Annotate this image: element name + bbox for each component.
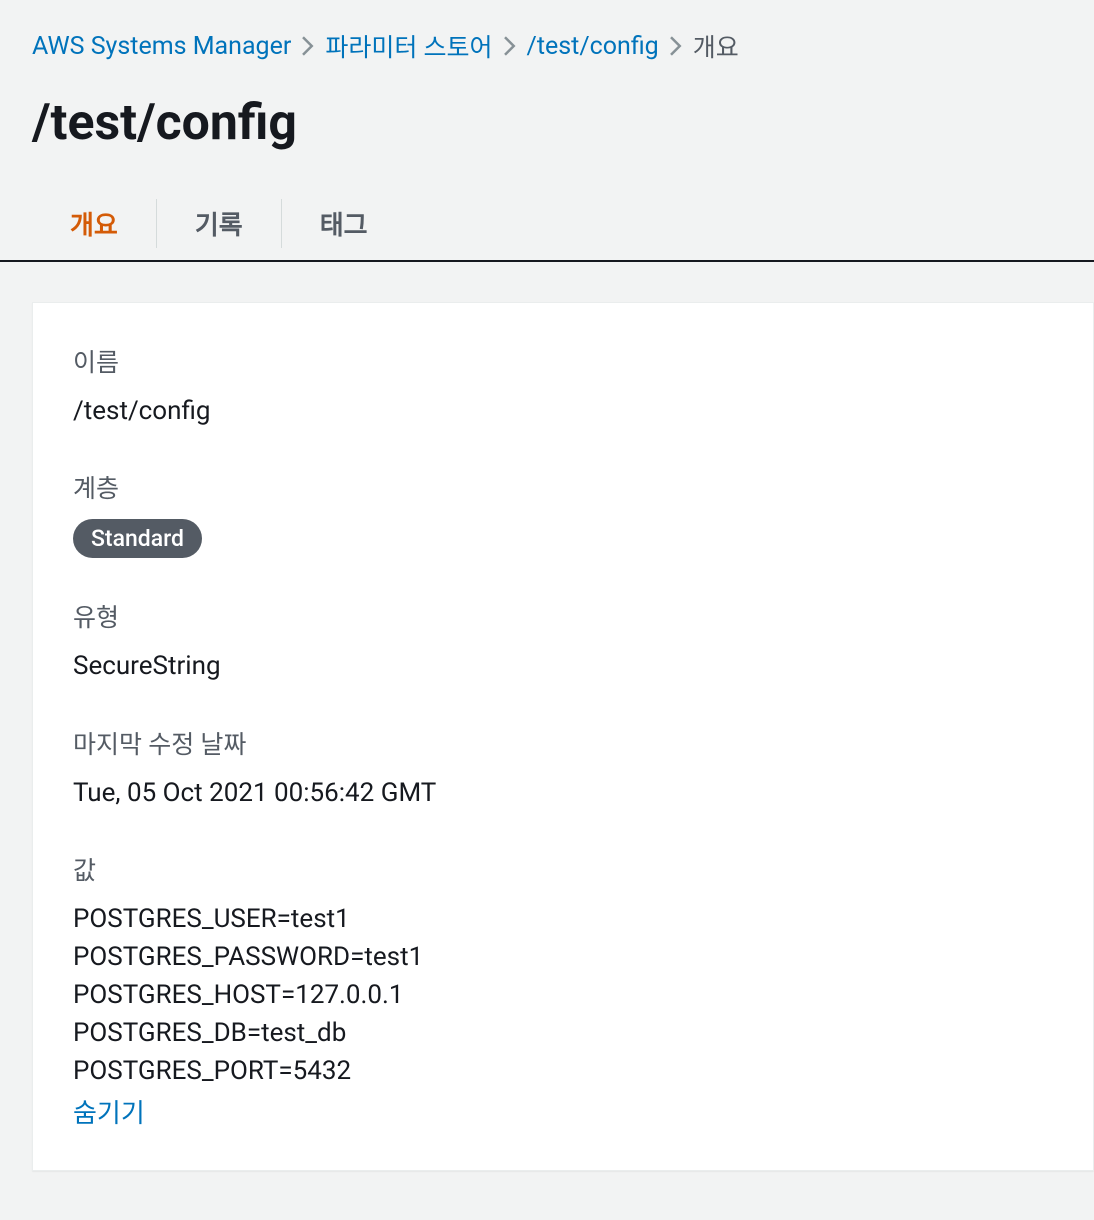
field-value: 값 POSTGRES_USER=test1 POSTGRES_PASSWORD=…	[73, 851, 1053, 1130]
page-title: /test/config	[0, 64, 1094, 187]
field-value-last-modified: Tue, 05 Oct 2021 00:56:42 GMT	[73, 775, 1053, 811]
field-name: 이름 /test/config	[73, 343, 1053, 429]
chevron-right-icon	[503, 36, 517, 56]
breadcrumb-link-test-config[interactable]: /test/config	[527, 32, 659, 61]
field-value-type: SecureString	[73, 648, 1053, 684]
field-label-name: 이름	[73, 343, 1053, 379]
detail-panel: 이름 /test/config 계층 Standard 유형 SecureStr…	[32, 302, 1094, 1171]
field-value-value: POSTGRES_USER=test1 POSTGRES_PASSWORD=te…	[73, 901, 1053, 1091]
field-tier: 계층 Standard	[73, 469, 1053, 558]
breadcrumb-current: 개요	[693, 28, 739, 64]
field-label-type: 유형	[73, 598, 1053, 634]
tier-badge: Standard	[73, 519, 202, 558]
field-label-value: 값	[73, 851, 1053, 887]
field-label-last-modified: 마지막 수정 날짜	[73, 725, 1053, 761]
chevron-right-icon	[669, 36, 683, 56]
field-value-name: /test/config	[73, 393, 1053, 429]
tab-overview[interactable]: 개요	[32, 187, 156, 260]
breadcrumb-link-parameter-store[interactable]: 파라미터 스토어	[325, 28, 492, 64]
tab-history[interactable]: 기록	[157, 187, 281, 260]
breadcrumb-link-aws-systems-manager[interactable]: AWS Systems Manager	[32, 32, 291, 61]
field-label-tier: 계층	[73, 469, 1053, 505]
hide-value-link[interactable]: 숨기기	[73, 1093, 145, 1130]
tab-tags[interactable]: 태그	[282, 187, 406, 260]
breadcrumb: AWS Systems Manager 파라미터 스토어 /test/confi…	[0, 0, 1094, 64]
field-last-modified: 마지막 수정 날짜 Tue, 05 Oct 2021 00:56:42 GMT	[73, 725, 1053, 811]
tabs: 개요 기록 태그	[0, 187, 1094, 262]
chevron-right-icon	[301, 36, 315, 56]
field-type: 유형 SecureString	[73, 598, 1053, 684]
